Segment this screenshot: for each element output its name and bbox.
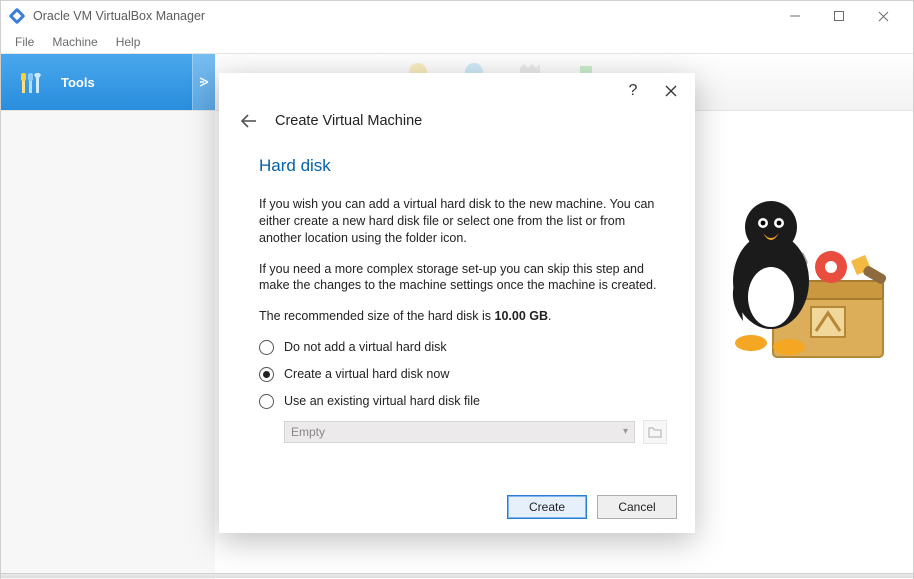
close-button[interactable] xyxy=(861,2,905,30)
paragraph-1: If you wish you can add a virtual hard d… xyxy=(259,196,667,247)
dialog-header: Create Virtual Machine xyxy=(219,109,695,137)
tools-tab[interactable]: Tools xyxy=(1,54,215,110)
back-button[interactable] xyxy=(237,109,261,133)
dialog-body: Hard disk If you wish you can add a virt… xyxy=(219,137,695,444)
existing-disk-combo[interactable]: Empty ▾ xyxy=(284,421,635,443)
dialog-titlebar: ? xyxy=(219,73,695,109)
radio-create-disk[interactable]: Create a virtual hard disk now xyxy=(259,366,667,383)
dialog-help-button[interactable]: ? xyxy=(623,81,643,101)
tools-icon xyxy=(17,67,47,97)
radio-label: Use an existing virtual hard disk file xyxy=(284,393,480,410)
section-title: Hard disk xyxy=(259,155,667,178)
app-icon xyxy=(9,8,25,24)
radio-icon xyxy=(259,394,274,409)
tux-mascot-illustration xyxy=(713,171,893,371)
dialog-footer: Create Cancel xyxy=(507,495,677,519)
dialog-close-button[interactable] xyxy=(661,81,681,101)
radio-label: Create a virtual hard disk now xyxy=(284,366,449,383)
maximize-button[interactable] xyxy=(817,2,861,30)
tools-label: Tools xyxy=(61,75,95,90)
minimize-button[interactable] xyxy=(773,2,817,30)
browse-folder-button[interactable] xyxy=(643,420,667,444)
menu-machine[interactable]: Machine xyxy=(44,33,105,51)
tools-expand-icon[interactable] xyxy=(192,54,215,110)
cancel-button[interactable]: Cancel xyxy=(597,495,677,519)
radio-existing-disk[interactable]: Use an existing virtual hard disk file xyxy=(259,393,667,410)
hard-disk-radio-group: Do not add a virtual hard disk Create a … xyxy=(259,339,667,444)
radio-no-disk[interactable]: Do not add a virtual hard disk xyxy=(259,339,667,356)
statusbar xyxy=(1,573,913,578)
existing-disk-row: Empty ▾ xyxy=(259,420,667,444)
vm-list-pane xyxy=(1,111,215,579)
recommended-size-text: The recommended size of the hard disk is… xyxy=(259,308,667,325)
reco-post: . xyxy=(548,309,551,323)
main-window: Oracle VM VirtualBox Manager File Machin… xyxy=(0,0,914,579)
radio-icon xyxy=(259,340,274,355)
paragraph-2: If you need a more complex storage set-u… xyxy=(259,261,667,295)
radio-icon xyxy=(259,367,274,382)
wizard-title: Create Virtual Machine xyxy=(275,113,422,129)
window-controls xyxy=(773,2,905,30)
titlebar: Oracle VM VirtualBox Manager xyxy=(1,1,913,31)
window-title: Oracle VM VirtualBox Manager xyxy=(33,9,205,23)
reco-size: 10.00 GB xyxy=(495,309,549,323)
combo-value: Empty xyxy=(291,424,325,440)
menubar: File Machine Help xyxy=(1,31,913,53)
reco-pre: The recommended size of the hard disk is xyxy=(259,309,495,323)
chevron-down-icon: ▾ xyxy=(623,425,628,439)
radio-label: Do not add a virtual hard disk xyxy=(284,339,447,356)
menu-file[interactable]: File xyxy=(7,33,42,51)
create-vm-dialog: ? Create Virtual Machine Hard disk If yo… xyxy=(219,73,695,533)
menu-help[interactable]: Help xyxy=(108,33,149,51)
create-button[interactable]: Create xyxy=(507,495,587,519)
